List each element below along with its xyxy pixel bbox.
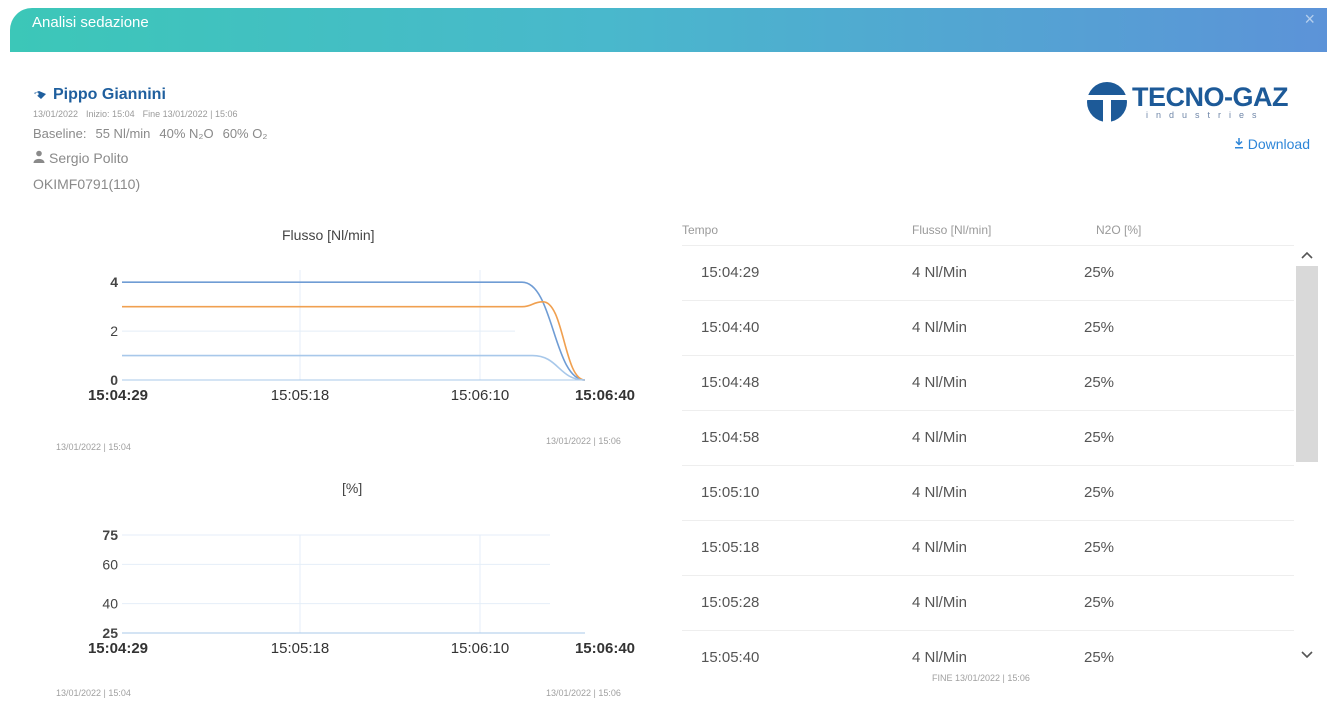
patient-name: Pippo Giannini	[53, 86, 166, 103]
percent-chart-start-date: 13/01/2022 | 15:04	[56, 688, 131, 698]
table-row[interactable]: 15:04:29 4 Nl/Min 25%	[682, 245, 1294, 300]
logo-icon	[1086, 82, 1128, 124]
cell-n2o: 25%	[1084, 319, 1115, 336]
table-row[interactable]: 15:04:40 4 Nl/Min 25%	[682, 300, 1294, 355]
y-tick-label: 40	[102, 596, 118, 612]
download-label: Download	[1247, 136, 1310, 152]
cell-time: 15:05:40	[701, 649, 760, 666]
col-header-n2o: N2O [%]	[1096, 223, 1142, 237]
x-tick-label: 15:06:10	[451, 640, 509, 657]
close-icon[interactable]: ×	[1304, 9, 1315, 30]
cell-flow: 4 Nl/Min	[912, 484, 968, 501]
y-tick-label: 4	[110, 274, 118, 290]
cell-n2o: 25%	[1084, 264, 1115, 281]
cell-flow: 4 Nl/Min	[912, 264, 968, 281]
cell-flow: 4 Nl/Min	[912, 374, 968, 391]
cell-flow: 4 Nl/Min	[912, 649, 968, 666]
brand-logo: TECNO-GAZ industries	[1084, 80, 1316, 128]
chevron-down-icon[interactable]	[1301, 646, 1313, 662]
x-tick-label: 15:06:10	[451, 387, 509, 404]
flow-chart-title: Flusso [Nl/min]	[282, 227, 375, 243]
cell-n2o: 25%	[1084, 374, 1115, 391]
cell-n2o: 25%	[1084, 429, 1115, 446]
patient-icon	[33, 90, 47, 100]
x-tick-label: 15:04:29	[88, 640, 148, 657]
y-tick-label: 75	[102, 527, 118, 543]
baseline-n2o: 40% N₂O	[159, 126, 214, 141]
table-footer: FINE 13/01/2022 | 15:06	[932, 673, 1030, 683]
cell-flow: 4 Nl/Min	[912, 539, 968, 556]
window-title: Analisi sedazione	[32, 14, 149, 31]
table-row[interactable]: 15:05:10 4 Nl/Min 25%	[682, 465, 1294, 520]
cell-time: 15:04:48	[701, 374, 760, 391]
y-tick-label: 2	[110, 323, 118, 339]
window-titlebar: Analisi sedazione ×	[10, 8, 1327, 52]
session-dates: 13/01/2022 Inizio: 15:04 Fine 13/01/2022 |…	[33, 109, 276, 119]
x-tick-label: 15:05:18	[271, 387, 329, 404]
download-button[interactable]: Download	[1234, 136, 1310, 152]
y-tick-label: 25	[102, 625, 118, 641]
cell-n2o: 25%	[1084, 594, 1115, 611]
x-tick-label: 15:06:40	[575, 640, 635, 657]
percent-chart-title: [%]	[342, 480, 363, 496]
flow-chart: 0 2 4 15:04:29 15:05:18 15:06:10 15:06:40	[88, 270, 635, 404]
download-icon	[1234, 136, 1244, 152]
cell-time: 15:04:40	[701, 319, 760, 336]
x-tick-label: 15:05:18	[271, 640, 329, 657]
logo-name: TECNO-GAZ	[1132, 82, 1288, 112]
cell-n2o: 25%	[1084, 539, 1115, 556]
flow-chart-start-date: 13/01/2022 | 15:04	[56, 442, 131, 452]
data-table: 15:04:29 4 Nl/Min 25% 15:04:40 4 Nl/Min 25% 15…	[682, 245, 1294, 685]
series-line	[122, 354, 586, 381]
session-date: 13/01/2022	[33, 109, 79, 119]
cell-flow: 4 Nl/Min	[912, 594, 968, 611]
cell-time: 15:04:29	[701, 264, 760, 281]
doctor-info: Sergio Polito	[33, 150, 276, 166]
session-end: Fine 13/01/2022 | 15:06	[142, 109, 238, 119]
cell-time: 15:05:10	[701, 484, 760, 501]
table-row[interactable]: 15:04:58 4 Nl/Min 25%	[682, 410, 1294, 465]
x-tick-label: 15:06:40	[575, 387, 635, 404]
user-icon	[33, 150, 45, 166]
table-row[interactable]: 15:05:28 4 Nl/Min 25%	[682, 575, 1294, 630]
col-header-time: Tempo	[682, 223, 719, 237]
cell-n2o: 25%	[1084, 484, 1115, 501]
x-tick-label: 15:04:29	[88, 387, 148, 404]
table-scrollbar[interactable]	[1296, 244, 1318, 668]
baseline-label: Baseline:	[33, 126, 87, 141]
cell-n2o: 25%	[1084, 649, 1115, 666]
percent-chart-end-date: 13/01/2022 | 15:06	[546, 688, 621, 698]
cell-flow: 4 Nl/Min	[912, 429, 968, 446]
table-row[interactable]: 15:05:18 4 Nl/Min 25%	[682, 520, 1294, 575]
y-tick-label: 0	[110, 372, 118, 388]
cell-time: 15:05:28	[701, 594, 760, 611]
series-line	[122, 300, 586, 381]
cell-flow: 4 Nl/Min	[912, 319, 968, 336]
device-id: OKIMF0791(110)	[33, 176, 141, 192]
cell-time: 15:05:18	[701, 539, 760, 556]
baseline-flow: 55 Nl/min	[95, 126, 151, 141]
logo-sub: industries	[1146, 110, 1265, 120]
session-start: Inizio: 15:04	[86, 109, 135, 119]
chevron-up-icon[interactable]	[1301, 246, 1313, 262]
doctor-name: Sergio Polito	[49, 150, 129, 166]
patient-header: Pippo Giannini	[33, 86, 276, 104]
baseline-o2: 60% O₂	[222, 126, 268, 141]
patient-info: Pippo Giannini 13/01/2022 Inizio: 15:04 Fi…	[33, 86, 276, 192]
table-row[interactable]: 15:04:48 4 Nl/Min 25%	[682, 355, 1294, 410]
col-header-flow: Flusso [Nl/min]	[912, 223, 992, 237]
cell-time: 15:04:58	[701, 429, 760, 446]
y-tick-label: 60	[102, 556, 118, 572]
percent-chart: 25 40 60 75 15:04:29 15:05:18 15:06:10 15:06:40	[88, 527, 635, 657]
baseline-info: Baseline: 55 Nl/min 40% N₂O 60% O₂	[33, 126, 276, 141]
flow-chart-end-date: 13/01/2022 | 15:06	[546, 436, 621, 446]
scrollbar-thumb[interactable]	[1296, 266, 1318, 462]
